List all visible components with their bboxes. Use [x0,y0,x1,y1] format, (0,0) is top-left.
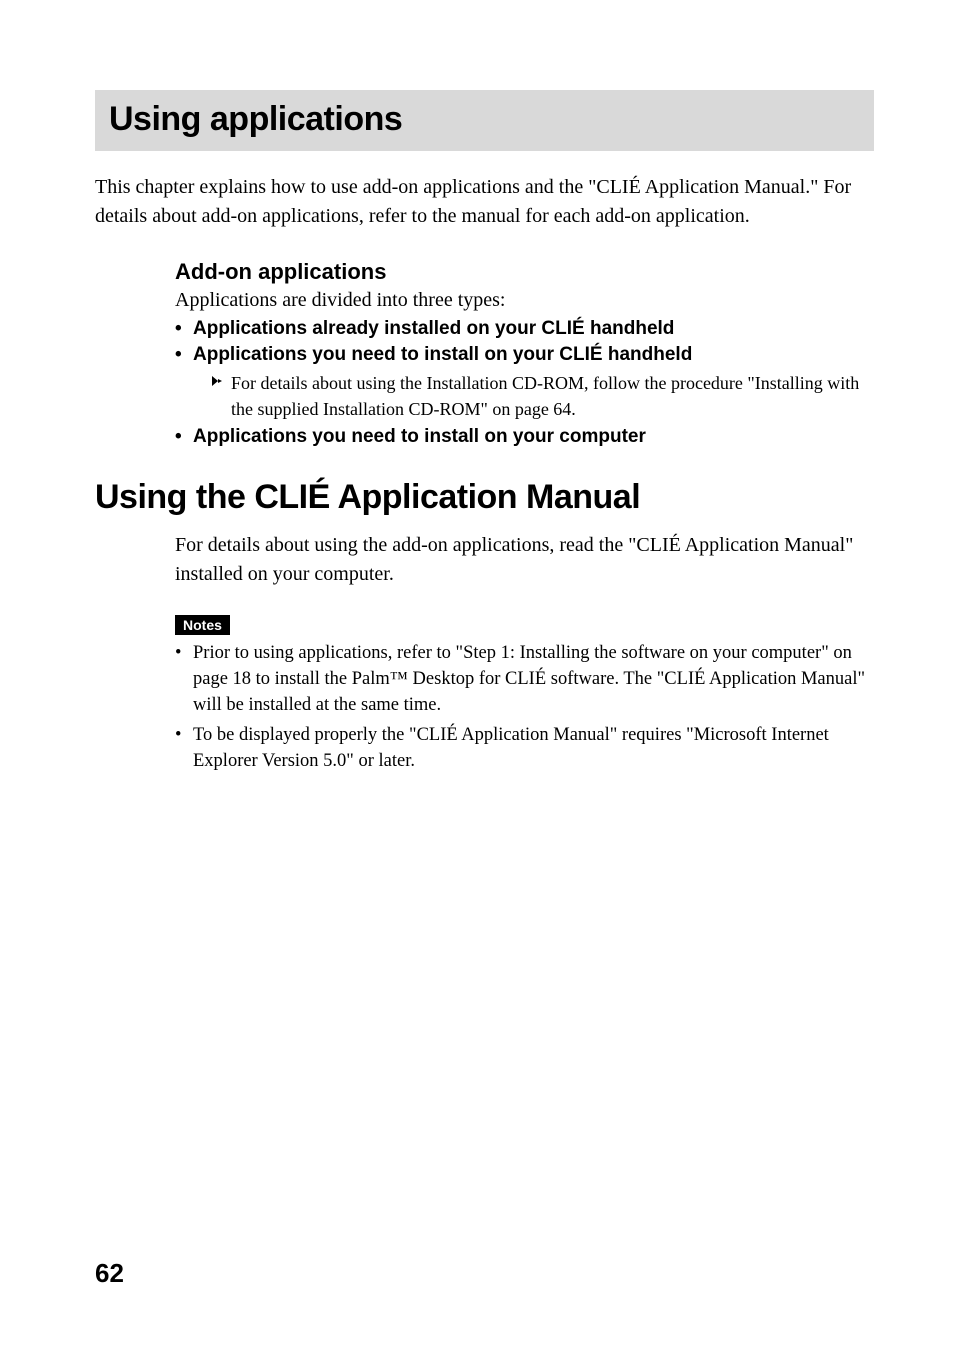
list-item-text: Applications already installed on your C… [193,318,674,340]
bullet-icon: • [175,318,193,340]
addon-section: Add-on applications Applications are div… [175,259,874,448]
section-title: Using the CLIÉ Application Manual [95,478,874,517]
list-item: • To be displayed properly the "CLIÉ App… [175,723,874,775]
page-number: 62 [95,1258,124,1289]
bullet-icon: • [175,426,193,448]
note-text: To be displayed properly the "CLIÉ Appli… [193,723,874,775]
chapter-title: Using applications [109,100,860,139]
list-item-text: Applications you need to install on your… [193,426,646,448]
list-item: • Prior to using applications, refer to … [175,641,874,719]
intro-paragraph: This chapter explains how to use add-on … [95,173,874,231]
list-item: • Applications you need to install on yo… [175,426,874,448]
sub-note-text: For details about using the Installation… [231,370,874,422]
notes-badge: Notes [175,615,230,635]
addon-description: Applications are divided into three type… [175,289,874,312]
addon-heading: Add-on applications [175,259,874,285]
notes-list: • Prior to using applications, refer to … [175,641,874,774]
note-text: Prior to using applications, refer to "S… [193,641,874,719]
sub-note: For details about using the Installation… [211,370,874,422]
list-item: • Applications you need to install on yo… [175,344,874,366]
bullet-icon: • [175,344,193,366]
list-item: • Applications already installed on your… [175,318,874,340]
chapter-title-bar: Using applications [95,90,874,151]
bullet-icon: • [175,641,193,719]
page: Using applications This chapter explains… [0,0,954,1349]
body-paragraph: For details about using the add-on appli… [175,531,874,589]
bullet-icon: • [175,723,193,775]
arrow-icon [211,370,231,422]
list-item-text: Applications you need to install on your… [193,344,692,366]
